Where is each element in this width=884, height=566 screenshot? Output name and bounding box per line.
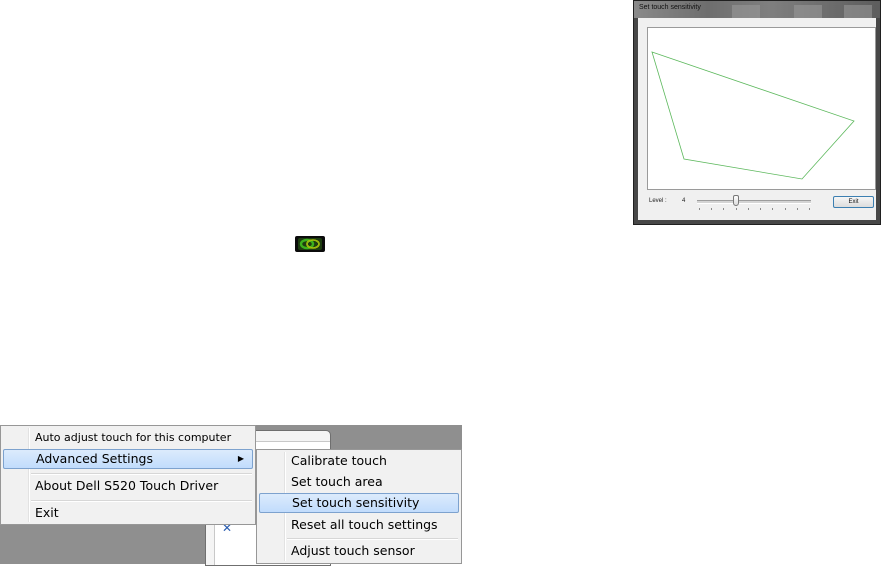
link-icon[interactable] xyxy=(295,236,325,252)
slider-track[interactable] xyxy=(697,200,811,204)
menu-item-reset-touch-settings[interactable]: Reset all touch settings xyxy=(259,515,459,535)
menu-item-calibrate-touch[interactable]: Calibrate touch xyxy=(259,451,459,471)
menu-item-set-touch-sensitivity[interactable]: Set touch sensitivity xyxy=(259,493,459,513)
slider-tick xyxy=(735,208,737,210)
slider-thumb[interactable] xyxy=(732,195,739,206)
menu-separator xyxy=(31,500,252,502)
level-label: Level : xyxy=(649,198,667,204)
link-icon-glyph xyxy=(298,238,322,250)
menu-item-auto-adjust[interactable]: Auto adjust touch for this computer xyxy=(3,428,253,448)
menu-separator xyxy=(31,473,252,475)
touch-sensitivity-dialog: Set touch sensitivity Level : 4 Exit xyxy=(633,0,881,225)
sensitivity-preview-canvas xyxy=(647,27,876,190)
slider-tick xyxy=(711,208,713,210)
dialog-client-area: Level : 4 Exit xyxy=(638,18,876,220)
menu-item-advanced-settings[interactable]: Advanced Settings ▶ xyxy=(3,449,253,469)
level-slider[interactable] xyxy=(695,195,813,211)
menu-item-exit[interactable]: Exit xyxy=(3,503,253,523)
tray-context-menu: Auto adjust touch for this computer Adva… xyxy=(0,425,256,525)
titlebar-glass-reflection xyxy=(844,5,872,18)
slider-tick xyxy=(699,208,700,210)
slider-tick xyxy=(772,208,774,210)
slider-tick xyxy=(809,208,810,210)
dialog-titlebar[interactable]: Set touch sensitivity xyxy=(634,1,880,18)
menu-item-about[interactable]: About Dell S520 Touch Driver xyxy=(3,476,253,496)
menu-item-set-touch-area[interactable]: Set touch area xyxy=(259,472,459,492)
sensitivity-preview-svg xyxy=(651,51,855,180)
slider-tick xyxy=(723,208,725,210)
level-value: 4 xyxy=(682,198,686,204)
titlebar-glass-reflection xyxy=(732,5,760,18)
slider-tick xyxy=(796,208,798,210)
menu-item-adjust-touch-sensor[interactable]: Adjust touch sensor xyxy=(259,541,459,561)
menu-separator xyxy=(287,538,458,540)
menu-item-label: Advanced Settings xyxy=(36,451,153,466)
slider-tick xyxy=(784,208,786,210)
submenu-arrow-icon: ▶ xyxy=(237,454,244,463)
exit-button[interactable]: Exit xyxy=(833,196,874,208)
slider-tick xyxy=(747,208,749,210)
slider-tick xyxy=(760,208,762,210)
sensitivity-shape xyxy=(651,51,855,180)
advanced-settings-submenu: Calibrate touch Set touch area Set touch… xyxy=(256,449,462,564)
titlebar-glass-reflection xyxy=(794,5,822,18)
dialog-title: Set touch sensitivity xyxy=(639,4,701,11)
